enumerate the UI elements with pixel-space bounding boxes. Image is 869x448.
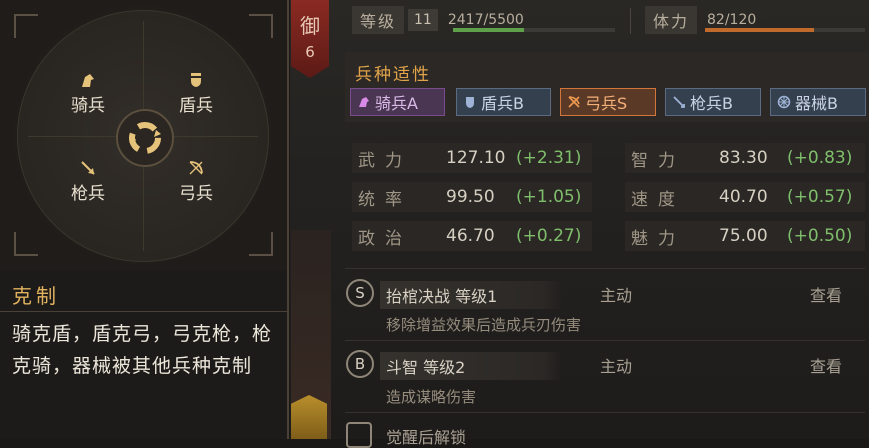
divider bbox=[345, 412, 865, 413]
attr-name: 智力 bbox=[631, 150, 685, 171]
defense-badge: 御 6 bbox=[291, 0, 329, 78]
attr-name: 统率 bbox=[358, 189, 412, 210]
attr-row-charm: 魅力 75.00 (+0.50) bbox=[631, 221, 852, 251]
affinity-siege-label: 器械B bbox=[795, 94, 838, 113]
skill-type: 主动 bbox=[600, 357, 633, 376]
skill-grade-badge: B bbox=[346, 350, 374, 378]
unit-label: 枪兵 bbox=[71, 184, 105, 204]
attr-bonus: (+1.05) bbox=[516, 187, 582, 207]
attr-value: 127.10 bbox=[446, 148, 506, 168]
spear-icon bbox=[673, 96, 685, 108]
counter-tooltip: 骑兵 盾兵 枪兵 弓兵 克制 骑克盾，盾克弓，弓克枪，枪克骑，器械被其他兵种克制 bbox=[0, 0, 289, 439]
bow-icon bbox=[189, 161, 203, 175]
counter-wheel: 骑兵 盾兵 枪兵 弓兵 bbox=[17, 10, 269, 262]
affinity-spear[interactable]: 枪兵B bbox=[665, 88, 761, 116]
stamina-bar-fill bbox=[705, 28, 815, 32]
attr-bonus: (+0.83) bbox=[787, 148, 853, 168]
exp-bar bbox=[453, 28, 615, 32]
attr-name: 魅力 bbox=[631, 228, 685, 249]
defense-value: 6 bbox=[305, 43, 315, 61]
stamina-bar bbox=[705, 28, 865, 32]
attr-value: 46.70 bbox=[446, 226, 495, 246]
skill-view-button[interactable]: 查看 bbox=[810, 282, 842, 306]
spear-icon bbox=[81, 161, 95, 175]
attr-row-command: 统率 99.50 (+1.05) bbox=[358, 182, 581, 212]
unit-bow: 弓兵 bbox=[166, 159, 226, 204]
attr-row-force: 武力 127.10 (+2.31) bbox=[358, 143, 581, 173]
attr-value: 83.30 bbox=[719, 148, 768, 168]
level-value: 11 bbox=[408, 9, 438, 31]
counter-description: 骑克盾，盾克弓，弓克枪，枪克骑，器械被其他兵种克制 bbox=[12, 323, 273, 377]
affinity-spear-label: 枪兵B bbox=[690, 94, 733, 113]
defense-label: 御 bbox=[300, 14, 320, 38]
divider bbox=[345, 268, 865, 269]
corner-ornament bbox=[249, 14, 273, 38]
attr-row-speed: 速度 40.70 (+0.57) bbox=[631, 182, 852, 212]
unit-cavalry: 骑兵 bbox=[58, 71, 118, 116]
affinity-shield[interactable]: 盾兵B bbox=[456, 88, 551, 116]
skill-grade-badge: S bbox=[346, 279, 374, 307]
attr-value: 99.50 bbox=[446, 187, 495, 207]
attr-name: 速度 bbox=[631, 189, 685, 210]
lock-icon bbox=[346, 422, 372, 448]
stamina-text: 82/120 bbox=[707, 12, 757, 28]
siege-icon bbox=[777, 95, 791, 109]
exp-text: 2417/5500 bbox=[447, 12, 524, 28]
level-label: 等级 bbox=[352, 6, 405, 34]
attr-bonus: (+0.50) bbox=[787, 226, 853, 246]
affinity-siege[interactable]: 器械B bbox=[770, 88, 866, 116]
unit-label: 弓兵 bbox=[179, 184, 213, 204]
unit-spear: 枪兵 bbox=[58, 159, 118, 204]
corner-ornament bbox=[249, 232, 273, 256]
awaken-text: 觉醒后解锁 bbox=[386, 428, 467, 447]
attr-row-politics: 政治 46.70 (+0.27) bbox=[358, 221, 581, 251]
affinity-bow[interactable]: 弓兵S bbox=[560, 88, 656, 116]
unit-shield: 盾兵 bbox=[166, 71, 226, 116]
counter-wheel-area: 骑兵 盾兵 枪兵 弓兵 bbox=[0, 0, 287, 270]
affinity-title: 兵种适性 bbox=[355, 65, 431, 85]
exp-bar-fill bbox=[453, 28, 525, 32]
attr-bonus: (+0.57) bbox=[787, 187, 853, 207]
attr-value: 40.70 bbox=[719, 187, 768, 207]
shield-icon bbox=[191, 73, 201, 87]
attr-name: 武力 bbox=[358, 150, 412, 171]
corner-ornament bbox=[14, 232, 38, 256]
attr-bonus: (+2.31) bbox=[516, 148, 582, 168]
stamina-label: 体力 bbox=[645, 6, 698, 34]
skill-desc: 移除增益效果后造成兵刃伤害 bbox=[386, 316, 582, 334]
bow-icon bbox=[568, 96, 580, 108]
affinity-bow-label: 弓兵S bbox=[585, 94, 628, 113]
shield-icon bbox=[466, 97, 474, 108]
attr-row-intellect: 智力 83.30 (+0.83) bbox=[631, 143, 852, 173]
skill-type: 主动 bbox=[600, 286, 633, 305]
unit-label: 盾兵 bbox=[179, 96, 213, 116]
skill-name: 斗智 等级2 bbox=[380, 352, 562, 380]
skill-view-button[interactable]: 查看 bbox=[810, 353, 842, 377]
corner-ornament bbox=[14, 14, 38, 38]
skill-desc: 造成谋略伤害 bbox=[386, 388, 477, 406]
cavalry-icon bbox=[82, 74, 94, 87]
divider bbox=[345, 340, 865, 341]
affinity-cavalry-label: 骑兵A bbox=[375, 94, 418, 113]
skill-name: 抬棺决战 等级1 bbox=[380, 281, 562, 309]
counter-title: 克制 bbox=[12, 284, 60, 308]
cavalry-icon bbox=[359, 97, 369, 107]
affinity-shield-label: 盾兵B bbox=[481, 94, 524, 113]
attr-bonus: (+0.27) bbox=[516, 226, 582, 246]
attr-value: 75.00 bbox=[719, 226, 768, 246]
affinity-cavalry[interactable]: 骑兵A bbox=[350, 88, 445, 116]
header-divider bbox=[630, 8, 631, 34]
attr-name: 政治 bbox=[358, 228, 412, 249]
gold-badge-icon bbox=[291, 395, 327, 439]
divider bbox=[0, 311, 287, 312]
unit-label: 骑兵 bbox=[71, 96, 105, 116]
